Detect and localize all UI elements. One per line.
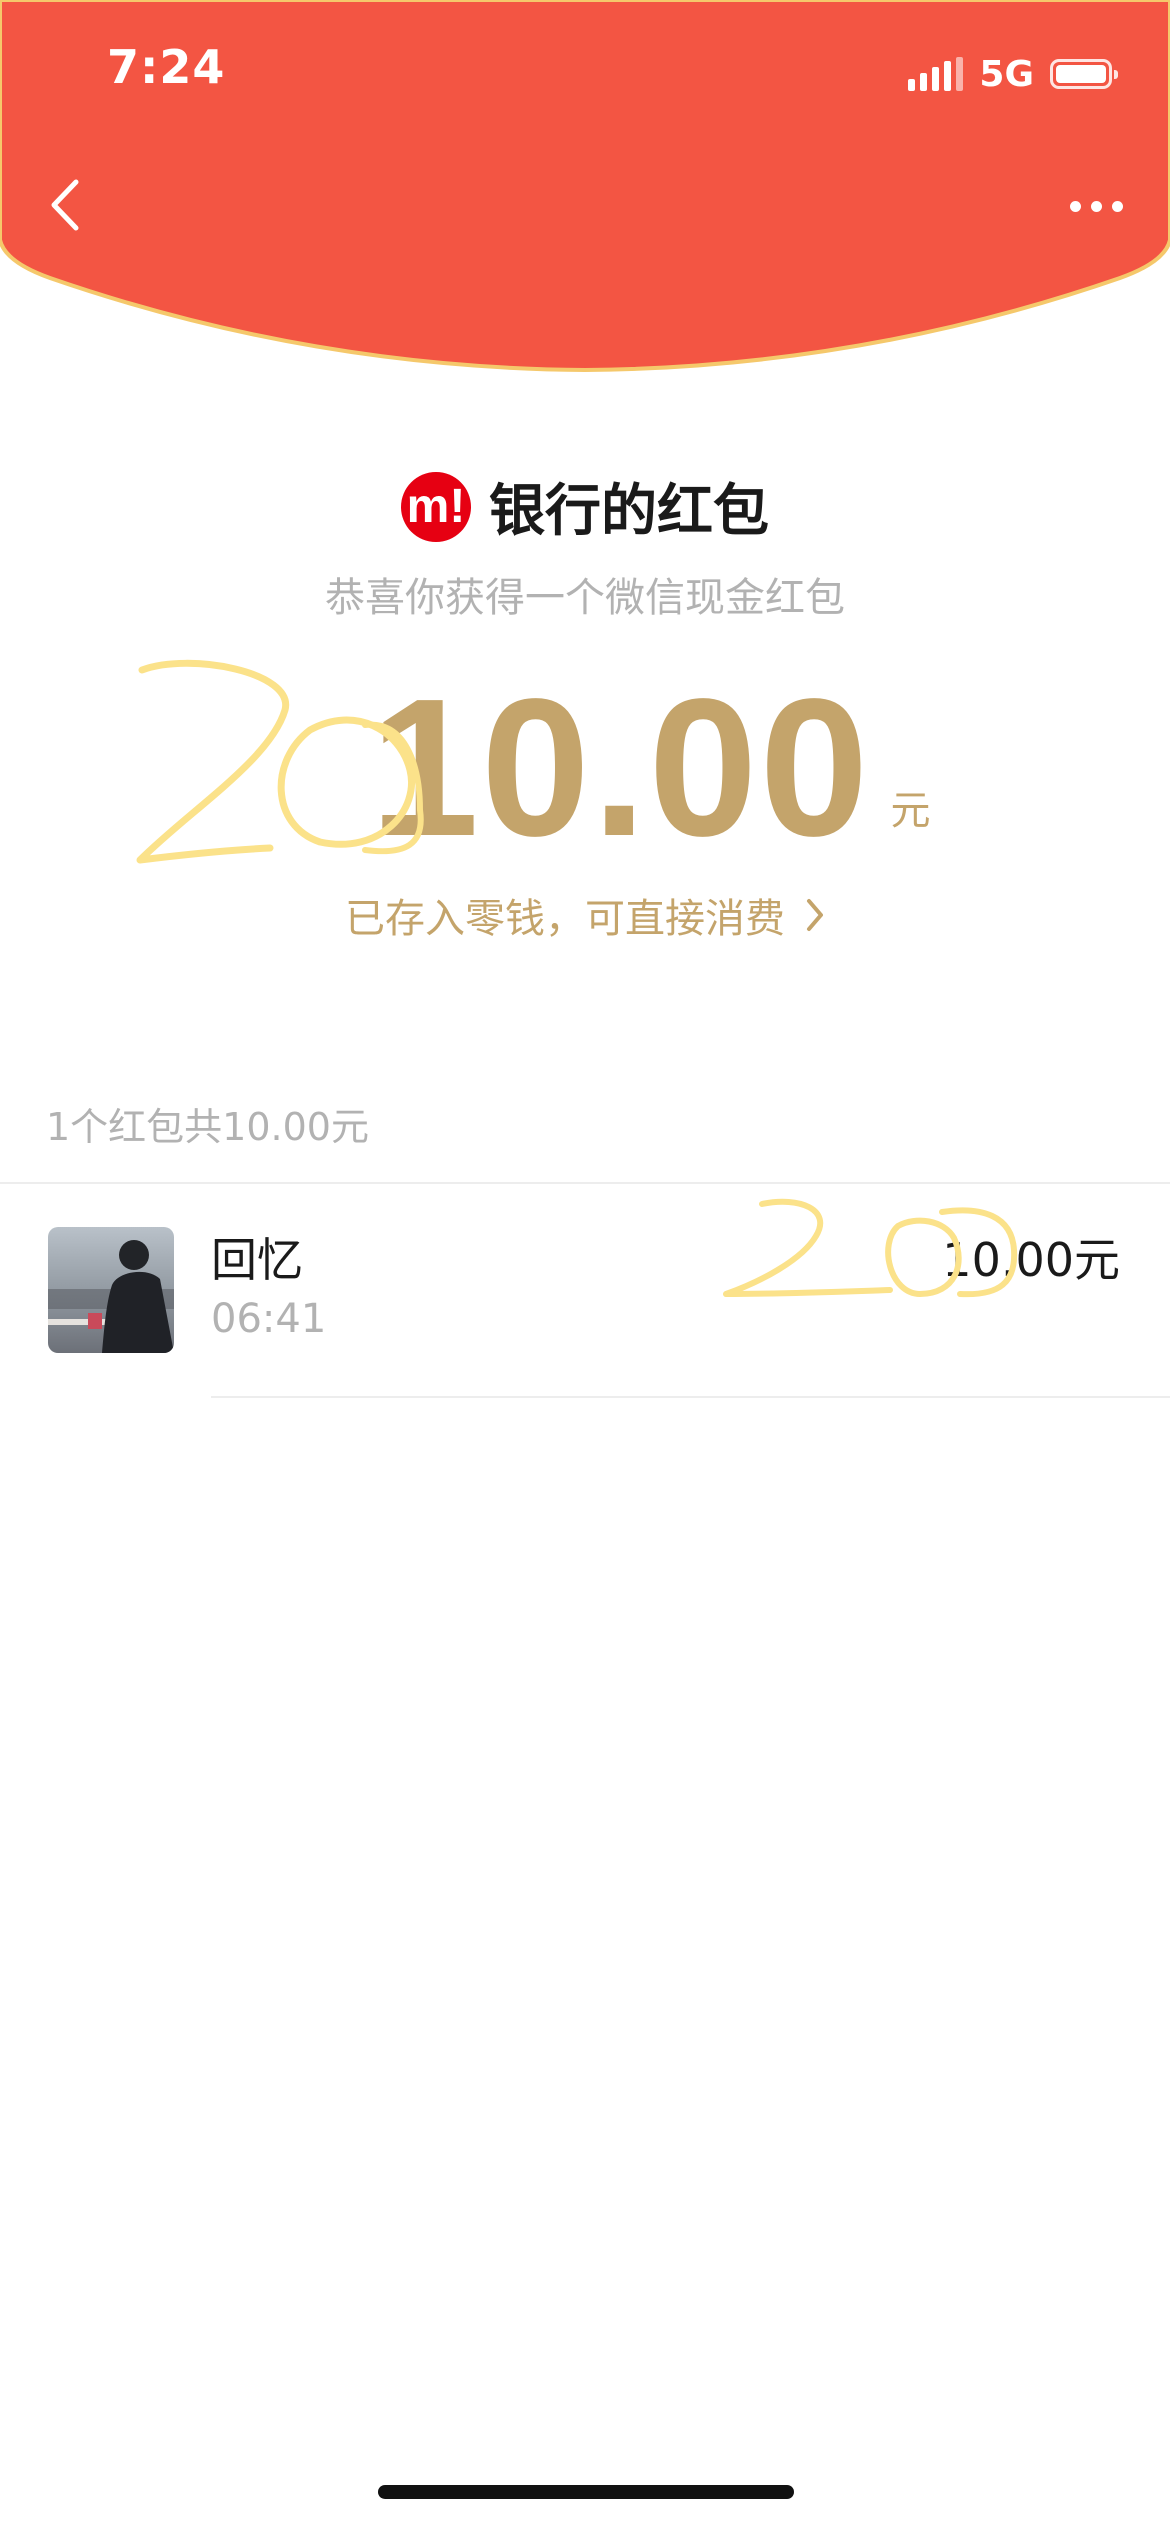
- red-packet-subtitle: 恭喜你获得一个微信现金红包: [325, 575, 845, 621]
- record-amount: 10.00元: [942, 1233, 1120, 1287]
- more-button[interactable]: [1056, 180, 1136, 232]
- amount-unit: 元: [890, 788, 931, 834]
- sender-name: 银行的红包: [489, 479, 769, 544]
- record-sender-name: 回忆: [211, 1233, 303, 1287]
- back-button[interactable]: [36, 170, 96, 240]
- wallet-link[interactable]: 已存入零钱，可直接消费: [345, 886, 827, 944]
- list-item[interactable]: 回忆 06:41 10.00元: [0, 1184, 1170, 1396]
- more-dots-icon: [1069, 200, 1081, 212]
- chevron-left-icon: [51, 179, 79, 231]
- sender-row: m! 银行的红包: [0, 466, 1170, 547]
- record-time: 06:41: [211, 1296, 327, 1342]
- status-time: 7:24: [107, 40, 226, 94]
- avatar: [48, 1227, 174, 1353]
- more-dots-icon: [1090, 200, 1102, 212]
- wallet-link-label: 已存入零钱，可直接消费: [345, 896, 785, 942]
- status-indicators: 5G: [908, 53, 1118, 95]
- chevron-right-icon: [807, 899, 823, 931]
- battery-icon: [1050, 59, 1118, 89]
- amount-value: 10.00: [370, 658, 871, 877]
- divider: [211, 1396, 1170, 1398]
- amount-display: 10.00 元: [370, 666, 930, 866]
- home-indicator[interactable]: [378, 2485, 794, 2499]
- network-label: 5G: [979, 53, 1034, 95]
- red-packet-summary: 1个红包共10.00元: [46, 1105, 369, 1149]
- bank-logo: m!: [401, 471, 471, 542]
- signal-bars-icon: [908, 57, 964, 91]
- more-dots-icon: [1111, 200, 1123, 212]
- avatar-photo: [48, 1227, 174, 1353]
